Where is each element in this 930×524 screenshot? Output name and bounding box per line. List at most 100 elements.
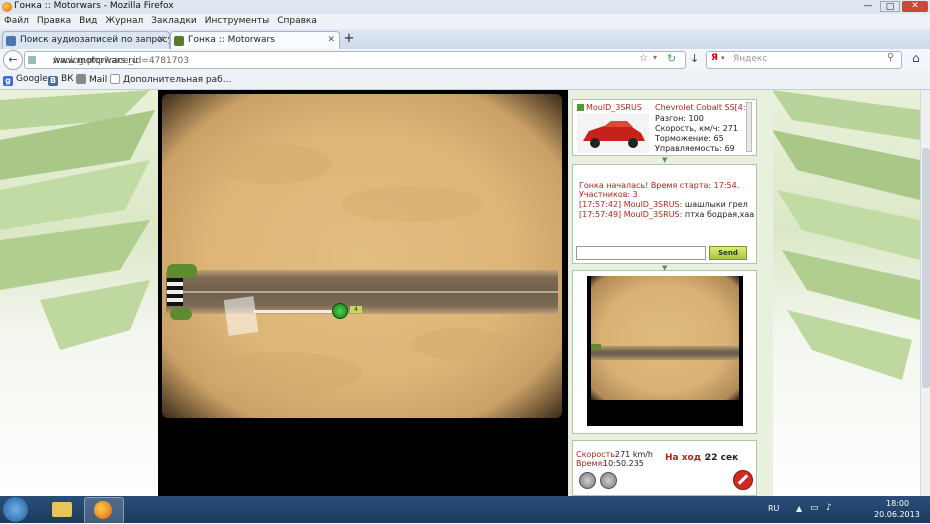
bush-top bbox=[167, 264, 197, 278]
desert-map bbox=[162, 94, 562, 418]
minimap-desert bbox=[591, 276, 739, 400]
address-bar[interactable]: www.motorwars.ru/racing.php?race_id=4781… bbox=[24, 51, 686, 69]
send-button[interactable]: Send bbox=[709, 246, 747, 260]
yandex-logo-icon: Я bbox=[711, 53, 718, 63]
chat-message: [17:57:49] MoulD_3SRUS: птха бодрая,хаа bbox=[579, 210, 755, 219]
window-title-bar: Гонка :: Motorwars - Mozilla Firefox — □… bbox=[0, 0, 930, 14]
prohibited-icon bbox=[737, 474, 749, 485]
firefox-icon bbox=[94, 501, 112, 519]
movement-vector bbox=[254, 310, 334, 313]
bookmark-vk[interactable]: B ВК bbox=[48, 74, 74, 86]
menu-bar: Файл Правка Вид Журнал Закладки Инструменты Сп… bbox=[0, 14, 930, 29]
turn-timer: 22 сек bbox=[705, 453, 739, 463]
car-info-scrollbar[interactable] bbox=[746, 102, 752, 152]
google-favicon-icon: g bbox=[3, 76, 13, 86]
windows-taskbar: RU ▲ ▭ ♪ 18:00 20.06.2013 bbox=[0, 496, 930, 524]
driver-name[interactable]: MoulD_3SRUS bbox=[586, 103, 642, 112]
tab-bar: Поиск аудиозаписей по запросу кф... ✕ Го… bbox=[0, 29, 930, 50]
menu-edit[interactable]: Правка bbox=[33, 14, 75, 29]
car-image bbox=[577, 113, 649, 153]
close-window-button[interactable]: ✕ bbox=[902, 1, 928, 12]
right-leaf-decoration bbox=[772, 90, 920, 380]
folder-icon bbox=[52, 502, 72, 517]
tray-arrow-icon[interactable]: ▲ bbox=[796, 504, 802, 513]
start-checker-flag bbox=[167, 278, 183, 306]
url-path: /racing.php?race_id=4781703 bbox=[53, 56, 189, 66]
close-tab-icon[interactable]: ✕ bbox=[327, 32, 335, 49]
collapse-arrow-icon[interactable]: ▼ bbox=[662, 156, 667, 164]
clock-date[interactable]: 20.06.2013 bbox=[874, 510, 920, 519]
dropdown-arrow-icon[interactable]: ▾ bbox=[653, 53, 657, 62]
home-icon[interactable]: ⌂ bbox=[912, 51, 920, 65]
car-model[interactable]: Chevrolet Cobalt SS[4: bbox=[655, 103, 746, 112]
volume-icon[interactable]: ♪ bbox=[826, 503, 832, 513]
search-magnifier-icon[interactable]: ⚲ bbox=[887, 52, 894, 63]
reload-icon[interactable]: ↻ bbox=[667, 52, 676, 65]
race-game-area[interactable]: 4 bbox=[158, 90, 568, 496]
vk-favicon-icon bbox=[6, 36, 16, 46]
road-center-line bbox=[166, 291, 558, 293]
menu-help[interactable]: Справка bbox=[273, 14, 321, 29]
scrollbar-thumb[interactable] bbox=[922, 148, 930, 388]
gear-down-button[interactable] bbox=[600, 472, 617, 489]
search-placeholder: Яндекс bbox=[733, 54, 768, 64]
page-scrollbar[interactable] bbox=[920, 90, 930, 496]
chat-message: [17:57:42] MoulD_3SRUS: шашлыки грел bbox=[579, 200, 748, 209]
menu-view[interactable]: Вид bbox=[75, 14, 101, 29]
speed-label: Скорость: bbox=[576, 450, 618, 459]
page-favicon-icon bbox=[110, 74, 120, 84]
minimap-bush bbox=[591, 344, 601, 350]
minimap-road bbox=[591, 346, 739, 360]
race-status-box: Скорость: 271 km/h Время: 10:50.235 На х… bbox=[572, 440, 757, 496]
navigation-bar: ← www.motorwars.ru/racing.php?race_id=47… bbox=[0, 49, 930, 70]
bookmark-google[interactable]: g Google bbox=[3, 74, 48, 86]
gear-up-button[interactable] bbox=[579, 472, 596, 489]
mail-favicon-icon bbox=[76, 74, 86, 84]
chat-box: Гонка началась! Время старта: 17:54. Уча… bbox=[572, 164, 757, 264]
taskbar-firefox[interactable] bbox=[84, 497, 124, 524]
user-status-icon bbox=[577, 104, 584, 111]
minimize-button[interactable]: — bbox=[858, 1, 878, 12]
new-tab-button[interactable]: + bbox=[342, 32, 356, 46]
vk-favicon-icon: B bbox=[48, 76, 58, 86]
chat-system-message: Гонка началась! Время старта: 17:54. bbox=[579, 181, 740, 190]
bush-bottom bbox=[170, 308, 192, 320]
motorwars-favicon-icon bbox=[174, 36, 184, 46]
taskbar-explorer[interactable] bbox=[44, 498, 80, 521]
turn-label: На ход : bbox=[665, 453, 708, 463]
minimap-box bbox=[572, 270, 757, 434]
maximize-button[interactable]: □ bbox=[880, 1, 900, 12]
menu-bookmarks[interactable]: Закладки bbox=[147, 14, 201, 29]
menu-history[interactable]: Журнал bbox=[101, 14, 147, 29]
network-icon[interactable]: ▭ bbox=[810, 503, 819, 513]
download-arrow-icon[interactable]: ↓ bbox=[690, 52, 699, 65]
site-identity-icon[interactable] bbox=[28, 56, 36, 64]
clock-time[interactable]: 18:00 bbox=[886, 499, 909, 508]
search-engine-dropdown-icon[interactable]: ▾ bbox=[721, 54, 725, 62]
minimap[interactable] bbox=[587, 276, 743, 426]
player-car-marker[interactable] bbox=[332, 303, 348, 319]
quit-race-button[interactable] bbox=[733, 470, 753, 490]
bookmark-mail[interactable]: Mail bbox=[76, 74, 107, 85]
tab-motorwars[interactable]: Гонка :: Motorwars ✕ bbox=[170, 31, 340, 49]
tab-audio-search[interactable]: Поиск аудиозаписей по запросу кф... ✕ bbox=[2, 31, 170, 49]
chat-input[interactable] bbox=[576, 246, 706, 260]
stat-acceleration: Разгон: 100 bbox=[655, 114, 704, 123]
speed-value: 271 km/h bbox=[615, 450, 654, 459]
menu-file[interactable]: Файл bbox=[0, 14, 33, 29]
chat-participants: Участников: 3 bbox=[579, 190, 638, 199]
search-box[interactable]: Я ▾ Яндекс ⚲ bbox=[706, 51, 902, 69]
language-indicator[interactable]: RU bbox=[768, 504, 779, 513]
start-button[interactable] bbox=[3, 497, 28, 522]
desert-texture bbox=[202, 144, 512, 396]
bookmark-star-icon[interactable]: ☆ bbox=[639, 53, 648, 64]
car-trail-marker bbox=[223, 296, 259, 336]
bookmarks-toolbar: g Google B ВК Mail Дополнительная раб... bbox=[0, 70, 930, 90]
time-label: Время: bbox=[576, 459, 606, 468]
close-tab-icon[interactable]: ✕ bbox=[157, 32, 165, 49]
back-arrow-icon[interactable]: ← bbox=[3, 50, 23, 70]
bookmark-extra[interactable]: Дополнительная раб... bbox=[110, 74, 231, 85]
menu-tools[interactable]: Инструменты bbox=[201, 14, 273, 29]
firefox-icon bbox=[2, 2, 12, 12]
time-value: 10:50.235 bbox=[603, 459, 644, 468]
